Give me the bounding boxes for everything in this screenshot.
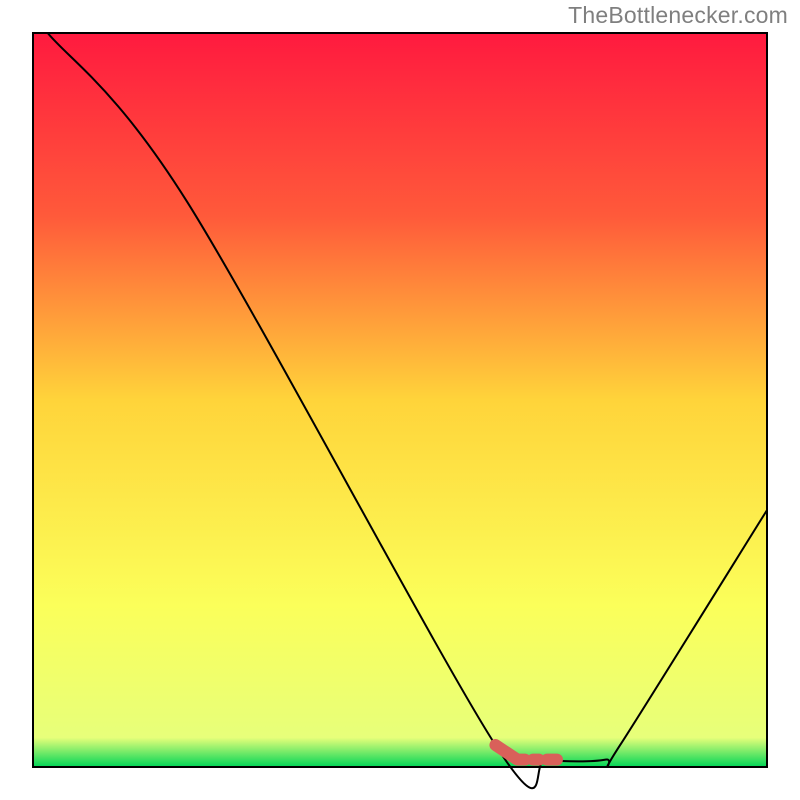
chart-container: TheBottlenecker.com	[0, 0, 800, 800]
bottleneck-chart	[0, 0, 800, 800]
plot-background	[33, 33, 767, 767]
